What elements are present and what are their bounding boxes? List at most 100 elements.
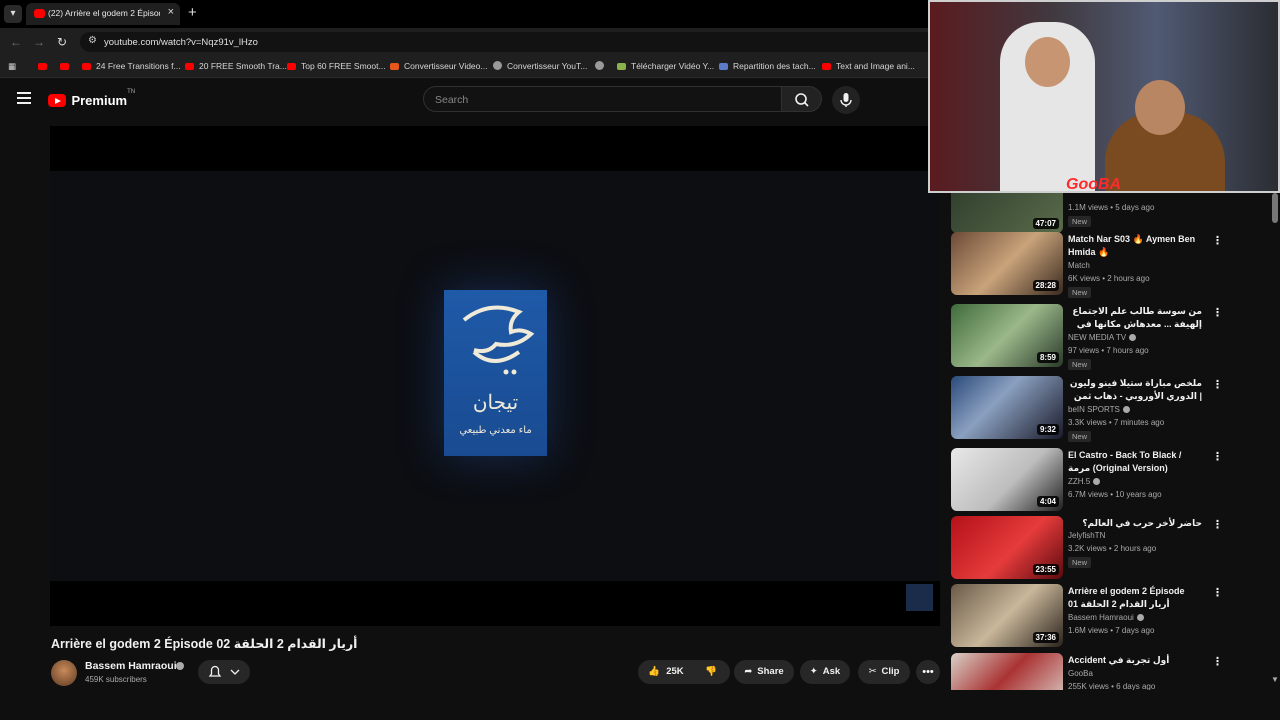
scroll-down-arrow-icon[interactable]: ▼ <box>1271 675 1279 684</box>
bookmark-item[interactable]: Télécharger Vidéo Y... <box>617 61 714 75</box>
more-options-icon[interactable]: ⋮ <box>1212 450 1223 463</box>
converter-icon <box>390 63 399 70</box>
notification-bell-button[interactable] <box>198 660 250 684</box>
video-title[interactable]: Arrière el godem 2 Épisode أريار القدام … <box>1068 585 1202 610</box>
back-arrow-icon[interactable]: ← <box>10 35 22 49</box>
youtube-icon <box>60 63 69 70</box>
share-icon: ➦ <box>744 666 753 677</box>
video-duration: 37:36 <box>1032 632 1059 643</box>
ad-product-card: تيجان ماء معدني طبيعي <box>444 290 547 456</box>
video-title[interactable]: حاضر لأخر حرب في العالم؟ <box>1068 517 1202 530</box>
new-badge: New <box>1068 287 1092 298</box>
video-thumbnail[interactable]: 23:55 <box>951 516 1063 579</box>
scrollbar-thumb[interactable] <box>1272 193 1278 223</box>
bookmark-item[interactable]: 20 FREE Smooth Tra... <box>185 61 287 75</box>
more-actions-button[interactable]: ••• <box>916 660 940 684</box>
ad-thumbnail[interactable] <box>906 584 933 611</box>
video-meta: 1.1M views • 5 days ago <box>1068 203 1155 212</box>
bookmark-item[interactable]: Convertisseur Video... <box>390 61 487 75</box>
video-thumbnail[interactable]: 37:36 <box>951 584 1063 647</box>
bookmark-item[interactable]: Text and Image ani... <box>822 61 915 75</box>
tab-close-icon[interactable]: × <box>168 6 174 18</box>
new-tab-button[interactable]: + <box>188 4 197 21</box>
ask-button[interactable]: ✦ Ask <box>800 660 850 684</box>
list-item[interactable]: 23:55 حاضر لأخر حرب في العالم؟ JelyfishT… <box>950 516 1270 588</box>
channel-name[interactable]: JelyfishTN <box>1068 531 1105 540</box>
apps-grid-icon[interactable]: ▦ <box>8 61 16 75</box>
video-thumbnail[interactable]: 28:28 <box>951 232 1063 295</box>
dislike-button[interactable]: 👎 <box>696 660 726 684</box>
channel-avatar[interactable] <box>51 660 77 686</box>
bookmark-item[interactable] <box>595 61 609 75</box>
video-title[interactable]: Accident أول تجربة في التمثيل | مسلسل <box>1068 654 1202 667</box>
list-item[interactable]: Accident أول تجربة في التمثيل | مسلسل Go… <box>950 653 1270 690</box>
search-input[interactable]: Search <box>423 86 782 112</box>
browser-tab[interactable]: (22) Arrière el godem 2 Épisode 02 × <box>26 3 180 25</box>
youtube-play-icon <box>48 94 66 108</box>
video-thumbnail[interactable]: 9:32 <box>951 376 1063 439</box>
verified-icon <box>1093 478 1101 485</box>
search-icon <box>795 93 809 107</box>
channel-name[interactable]: Bassem Hamraoui <box>1068 613 1144 622</box>
subscriber-count: 459K subscribers <box>85 675 147 684</box>
list-item[interactable]: 8:59 من سوسة طالب علم الاجتماع إلهيفة ..… <box>950 304 1270 376</box>
site-info-icon[interactable]: ⚙ <box>88 35 97 46</box>
channel-name[interactable]: Bassem Hamraoui <box>85 660 177 672</box>
more-options-icon[interactable]: ⋮ <box>1212 306 1223 319</box>
video-title[interactable]: Match Nar S03 🔥 Aymen Ben Hmida 🔥 <box>1068 233 1202 258</box>
more-options-icon[interactable]: ⋮ <box>1212 586 1223 599</box>
microphone-icon <box>840 93 852 107</box>
video-title[interactable]: ملخص مباراة ستيلا فينو وليون | الدوري ال… <box>1068 377 1202 402</box>
scissors-icon: ✂ <box>868 666 877 677</box>
bookmark-item[interactable]: Top 60 FREE Smoot... <box>287 61 386 75</box>
video-duration: 8:59 <box>1036 352 1059 363</box>
more-options-icon[interactable]: ⋮ <box>1212 378 1223 391</box>
like-button[interactable]: 👍 25K <box>638 660 694 684</box>
share-button[interactable]: ➦ Share <box>734 660 794 684</box>
ad-tagline: ماء معدني طبيعي <box>459 425 532 436</box>
url-input[interactable]: ⚙ youtube.com/watch?v=Nqz91v_lHzo <box>80 32 980 52</box>
channel-name[interactable]: Match <box>1068 261 1090 270</box>
bookmark-item[interactable]: 24 Free Transitions f... <box>82 61 181 75</box>
channel-name[interactable]: beIN SPORTS <box>1068 405 1130 414</box>
youtube-icon <box>38 63 47 70</box>
voice-search-button[interactable] <box>832 86 860 114</box>
list-item[interactable]: 37:36 Arrière el godem 2 Épisode أريار ا… <box>950 584 1270 656</box>
more-options-icon[interactable]: ⋮ <box>1212 655 1223 668</box>
bookmark-item[interactable]: Repartition des tach... <box>719 61 816 75</box>
list-item[interactable]: 4:04 El Castro - Back To Black / مرمة (O… <box>950 448 1270 520</box>
video-title[interactable]: El Castro - Back To Black / مرمة (Origin… <box>1068 449 1202 474</box>
channel-name[interactable]: NEW MEDIA TV <box>1068 333 1137 342</box>
youtube-logo[interactable]: PremiumTN <box>48 89 135 110</box>
video-player[interactable]: تيجان ماء معدني طبيعي <box>50 126 940 626</box>
thumbs-down-icon: 👎 <box>705 666 717 677</box>
streamer-left-head <box>1025 37 1070 87</box>
channel-name[interactable]: ZZH.5 <box>1068 477 1101 486</box>
video-thumbnail[interactable]: 47:07 <box>951 193 1063 233</box>
reload-icon[interactable]: ↻ <box>57 35 67 49</box>
bookmark-item[interactable]: Convertisseur YouT... <box>493 61 587 75</box>
clip-button[interactable]: ✂ Clip <box>858 660 910 684</box>
new-badge: New <box>1068 431 1092 442</box>
video-title[interactable]: من سوسة طالب علم الاجتماع إلهيفة ... معد… <box>1068 305 1202 330</box>
video-duration: 9:32 <box>1036 424 1059 435</box>
bookmark-item[interactable] <box>38 61 52 75</box>
more-options-icon[interactable]: ⋮ <box>1212 518 1223 531</box>
sidebar-scrollbar[interactable]: ▼ <box>1270 193 1280 690</box>
search-button[interactable] <box>781 86 822 112</box>
video-thumbnail[interactable] <box>951 653 1063 690</box>
tab-search-button[interactable]: ▾ <box>4 5 22 23</box>
list-item[interactable]: 9:32 ملخص مباراة ستيلا فينو وليون | الدو… <box>950 376 1270 448</box>
ad-video-area[interactable]: تيجان ماء معدني طبيعي <box>50 171 940 581</box>
menu-icon[interactable] <box>17 92 31 104</box>
channel-name[interactable]: GooBa <box>1068 669 1093 678</box>
video-thumbnail[interactable]: 8:59 <box>951 304 1063 367</box>
youtube-icon <box>287 63 296 70</box>
video-duration: 23:55 <box>1032 564 1059 575</box>
list-item[interactable]: 28:28 Match Nar S03 🔥 Aymen Ben Hmida 🔥 … <box>950 232 1270 304</box>
more-options-icon[interactable]: ⋮ <box>1212 234 1223 247</box>
bookmark-item[interactable] <box>60 61 74 75</box>
forward-arrow-icon[interactable]: → <box>33 35 45 49</box>
video-thumbnail[interactable]: 4:04 <box>951 448 1063 511</box>
docs-icon <box>719 63 728 70</box>
